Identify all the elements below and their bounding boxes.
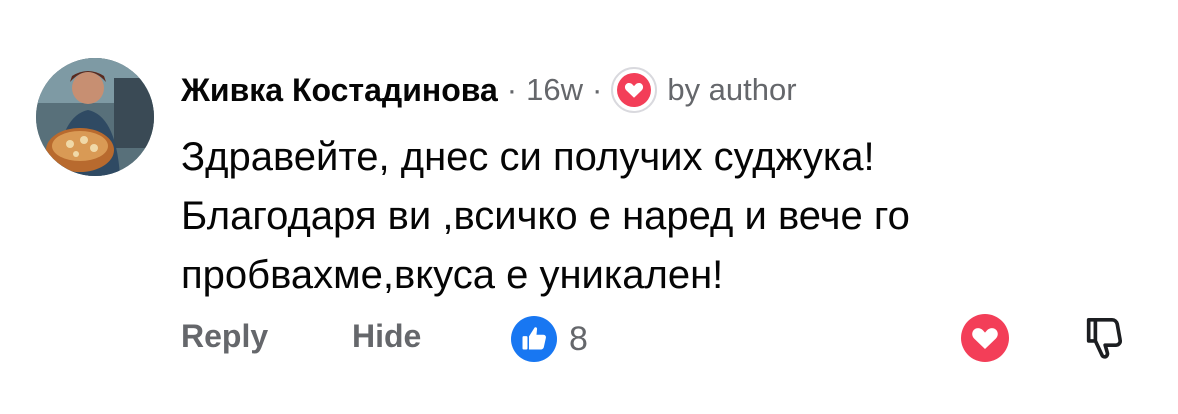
separator: · (592, 72, 603, 107)
like-count: 8 (569, 319, 588, 358)
author-badge-text: by author (667, 72, 797, 107)
heart-icon (961, 314, 1009, 362)
dislike-icon (1086, 318, 1123, 359)
comment-body: Здравейте, днес си получих суджука! Благ… (181, 128, 1111, 305)
like-icon (511, 316, 557, 362)
comment-line: Здравейте, днес си получих суджука! (181, 135, 875, 179)
heart-react-button[interactable] (961, 314, 1009, 367)
author-heart-badge (611, 67, 658, 113)
hide-button[interactable]: Hide (352, 318, 421, 355)
author-name[interactable]: Живка Костадинова (181, 72, 498, 109)
reply-button[interactable]: Reply (181, 318, 268, 355)
comment-line: Благодаря ви ,всичко е наред и вече го (181, 194, 910, 238)
timestamp[interactable]: 16w (526, 72, 583, 108)
heart-icon (617, 73, 652, 107)
separator: · (506, 72, 518, 107)
like-summary[interactable]: 8 (511, 316, 588, 362)
comment-line: пробвахме,вкуса е уникален! (181, 253, 724, 297)
avatar[interactable] (36, 58, 154, 176)
comment-actions: Reply Hide 8 (181, 314, 1141, 364)
comment-header: Живка Костадинова · 16w · by author (181, 66, 797, 114)
dislike-button[interactable] (1081, 314, 1127, 369)
avatar-photo (36, 58, 154, 176)
